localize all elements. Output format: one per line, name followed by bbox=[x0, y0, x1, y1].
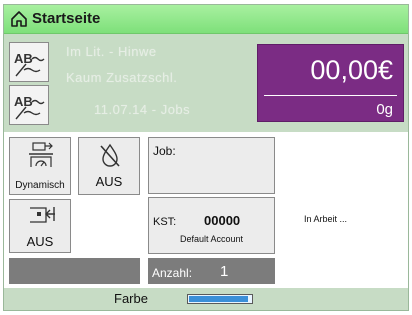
job-label: Job: bbox=[153, 144, 176, 158]
counter-value: 1 bbox=[220, 263, 229, 280]
svg-text:AB: AB bbox=[14, 94, 33, 109]
header-info-line-3: 11.07.14 - Jobs bbox=[94, 102, 191, 117]
weight-value: 0g bbox=[376, 101, 393, 118]
kst-value: 00000 bbox=[204, 213, 241, 228]
postage-amount: 00,00€ bbox=[310, 55, 393, 85]
color-label: Farbe bbox=[114, 291, 148, 306]
header-info-line-1: Im Lit. - Hinwe bbox=[66, 44, 157, 59]
amount-divider bbox=[264, 95, 397, 96]
status-text: In Arbeit ... bbox=[304, 214, 348, 224]
svg-text:AB: AB bbox=[14, 51, 33, 66]
ink-off-icon bbox=[100, 143, 120, 167]
dynamic-weighing-button[interactable]: Dynamisch bbox=[9, 137, 71, 195]
ink-level-gauge[interactable] bbox=[187, 294, 253, 304]
footer-bar: Farbe bbox=[4, 288, 408, 310]
advert-button[interactable]: AB bbox=[9, 85, 49, 125]
home-icon[interactable] bbox=[10, 10, 28, 28]
account-button[interactable]: KST: 00000 Default Account bbox=[148, 197, 275, 254]
ab-advert-icon: AB bbox=[14, 94, 45, 120]
text-message-button[interactable]: AB bbox=[9, 42, 49, 82]
account-name: Default Account bbox=[179, 234, 244, 244]
ink-mode-button[interactable]: AUS bbox=[78, 137, 140, 195]
postage-screen: Startseite AB AB Im Lit. - Hinwe Kaum Zu… bbox=[3, 4, 409, 311]
ab-text-icon: AB bbox=[14, 51, 45, 77]
counter-label: Anzahl: bbox=[152, 266, 193, 280]
ink-level-fill bbox=[189, 296, 248, 302]
page-title: Startseite bbox=[32, 10, 101, 27]
header-info-line-2: Kaum Zusatzschl. bbox=[66, 70, 178, 85]
ink-mode-label: AUS bbox=[95, 174, 123, 189]
postage-amount-display[interactable]: 00,00€ 0g bbox=[257, 44, 404, 122]
title-bar: Startseite bbox=[4, 5, 408, 34]
header-panel: AB AB Im Lit. - Hinwe Kaum Zusatzschl. 1… bbox=[4, 34, 408, 132]
counter-bar[interactable]: Anzahl: 1 bbox=[148, 258, 275, 284]
empty-status-bar bbox=[9, 258, 140, 284]
scale-icon bbox=[29, 142, 53, 167]
envelope-feed-button[interactable]: AUS bbox=[9, 199, 71, 253]
job-button[interactable]: Job: bbox=[148, 137, 275, 194]
kst-label: KST: bbox=[153, 216, 177, 228]
dynamic-label: Dynamisch bbox=[15, 180, 65, 191]
feed-label: AUS bbox=[26, 234, 54, 249]
feed-icon bbox=[30, 207, 55, 223]
